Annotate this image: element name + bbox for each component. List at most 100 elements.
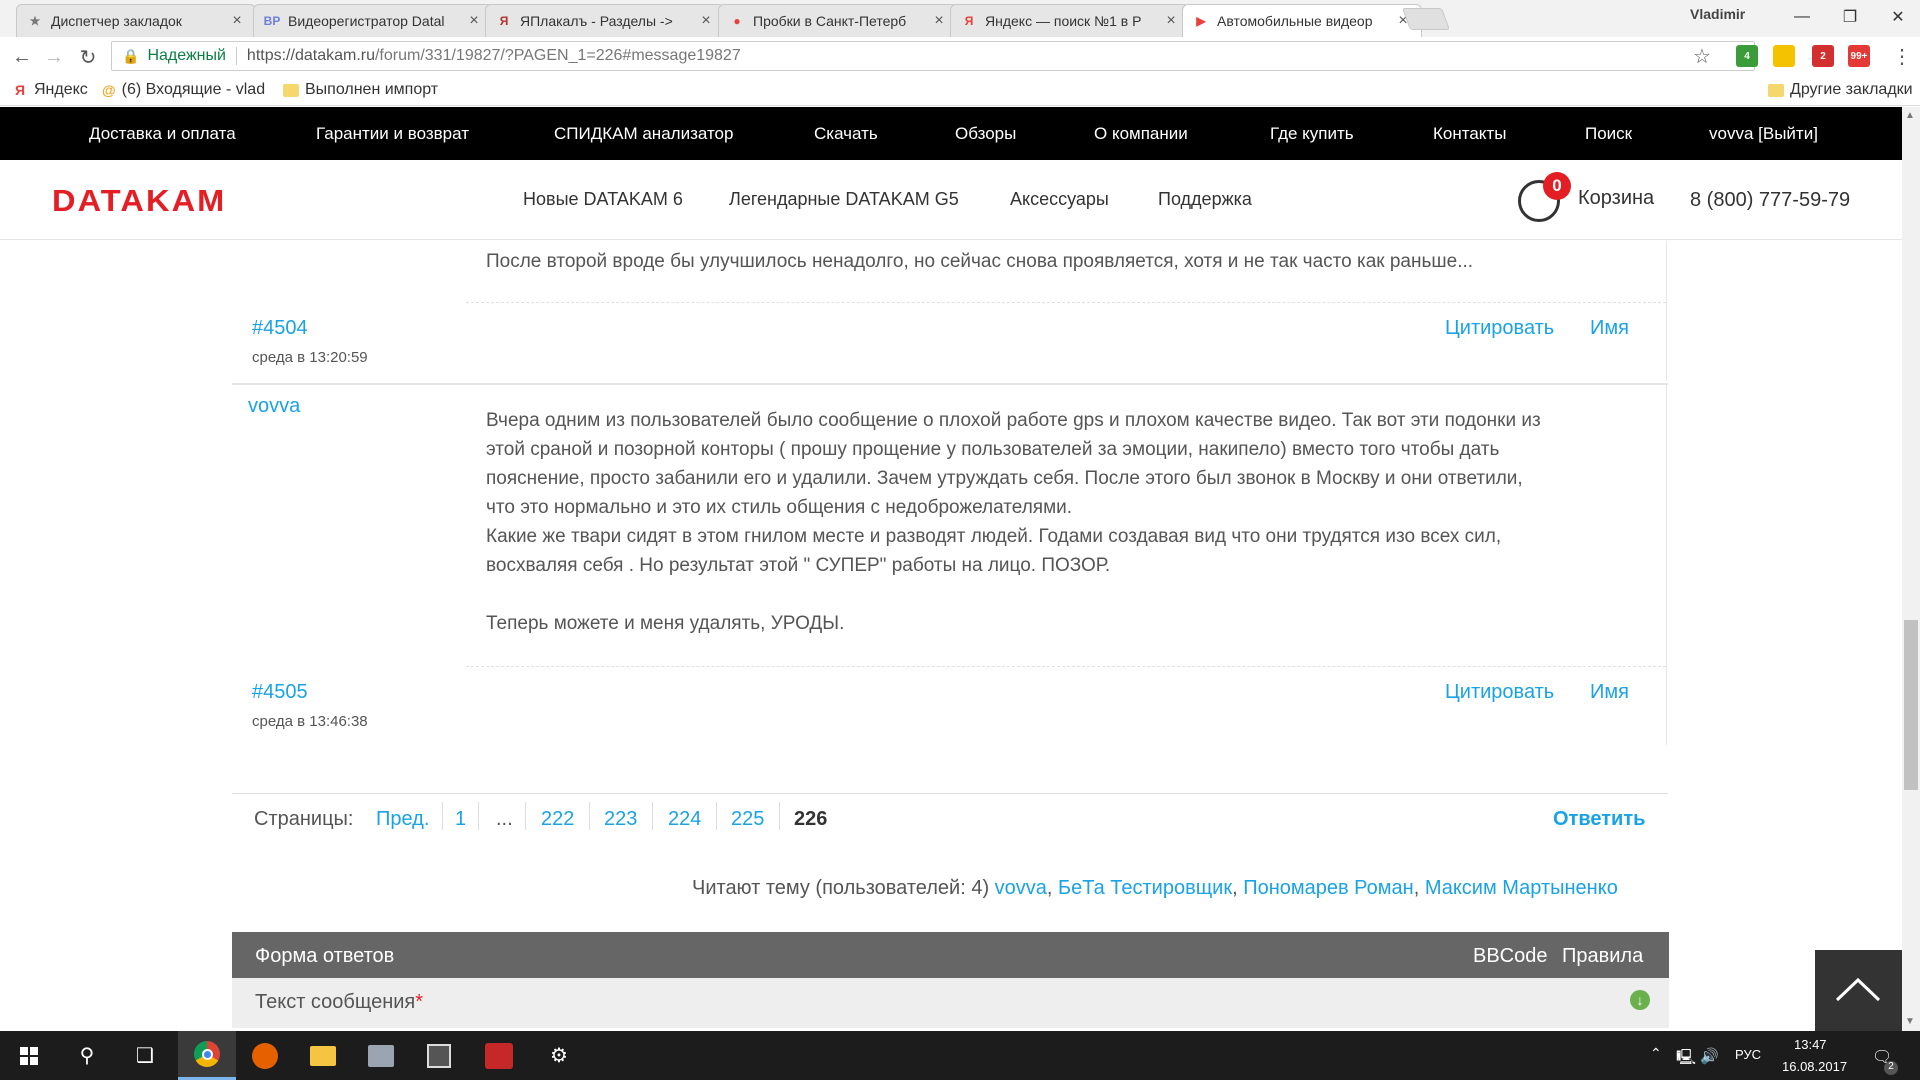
bookmark-yandex[interactable]: Я Яндекс (12, 81, 88, 99)
browser-tab[interactable]: BP Видеорегистратор Datal × (253, 4, 493, 37)
app-icon[interactable] (352, 1031, 410, 1080)
pager-page-224[interactable]: 224 (668, 808, 701, 831)
post-number-link[interactable]: #4504 (252, 317, 308, 340)
volume-icon[interactable]: 🔊 (1700, 1047, 1719, 1065)
new-tab-button[interactable] (1401, 8, 1451, 30)
scroll-up-icon[interactable]: ▲ (1905, 110, 1915, 121)
close-tab-icon[interactable]: × (466, 12, 482, 30)
ext-bookmark-icon[interactable] (1773, 45, 1795, 67)
forward-icon[interactable]: → (40, 44, 68, 70)
cart-link[interactable]: Корзина (1578, 187, 1654, 210)
name-button[interactable]: Имя (1590, 317, 1629, 340)
browser-tab[interactable]: ● Пробки в Санкт-Петерб × (718, 4, 958, 37)
quote-button[interactable]: Цитировать (1445, 681, 1554, 704)
post-number-link[interactable]: #4505 (252, 681, 308, 704)
close-tab-icon[interactable]: × (698, 12, 714, 30)
restore-icon[interactable]: ❐ (1826, 0, 1874, 33)
chrome-icon[interactable] (178, 1031, 236, 1080)
product-nav-link[interactable]: Аксессуары (1010, 189, 1109, 210)
app-icon[interactable] (410, 1031, 468, 1080)
quote-button[interactable]: Цитировать (1445, 317, 1554, 340)
post-line: Вчера одним из пользователей было сообще… (486, 410, 1541, 431)
download-icon[interactable]: ↓ (1630, 990, 1650, 1010)
address-bar[interactable]: 🔒 Надежный https://datakam.ru/forum/331/… (111, 41, 1755, 71)
product-nav-link[interactable]: Новые DATAKAM 6 (523, 189, 683, 210)
pager-separator (525, 802, 526, 830)
clock-time[interactable]: 13:47 (1794, 1037, 1827, 1052)
page-scrollbar[interactable] (1902, 107, 1920, 1031)
ext-shield-icon[interactable]: 4 (1736, 45, 1758, 67)
top-nav-link[interactable]: Доставка и оплата (89, 124, 236, 144)
close-tab-icon[interactable]: × (229, 12, 245, 30)
close-window-icon[interactable]: ✕ (1874, 0, 1920, 33)
rules-link[interactable]: Правила (1562, 945, 1643, 968)
divider (1666, 385, 1667, 745)
pager-page-222[interactable]: 222 (541, 808, 574, 831)
top-nav-link[interactable]: Контакты (1433, 124, 1506, 144)
name-button[interactable]: Имя (1590, 681, 1629, 704)
show-hidden-icons[interactable]: ⌃ (1650, 1045, 1662, 1062)
scroll-to-top-button[interactable] (1815, 950, 1902, 1031)
menu-icon[interactable]: ⋮ (1892, 44, 1912, 69)
reload-icon[interactable]: ↻ (74, 44, 102, 70)
pager-prev[interactable]: Пред. (376, 808, 429, 831)
top-nav-link[interactable]: Где купить (1270, 124, 1354, 144)
chevron-up-icon (1835, 977, 1881, 1002)
start-icon[interactable] (0, 1031, 58, 1080)
firefox-icon[interactable] (236, 1031, 294, 1080)
back-icon[interactable]: ← (8, 44, 36, 70)
browser-tab[interactable]: Я Яндекс — поиск №1 в Р × (950, 4, 1190, 37)
bookmark-mail[interactable]: @ (6) Входящие - vladi (102, 81, 266, 99)
top-nav-link[interactable]: vovva [Выйти] (1709, 124, 1818, 144)
reader-link[interactable]: vovva (995, 877, 1047, 899)
browser-tab[interactable]: ★ Диспетчер закладок × (16, 4, 256, 37)
product-nav-link[interactable]: Легендарные DATAKAM G5 (729, 189, 959, 210)
profile-name[interactable]: Vladimir (1690, 6, 1745, 22)
pager-label: Страницы: (254, 808, 354, 830)
app-icon[interactable] (470, 1031, 528, 1080)
ext-mail-icon[interactable]: 99+ (1848, 45, 1870, 67)
reader-link[interactable]: Пономарев Роман (1243, 877, 1413, 899)
bookmark-import[interactable]: Выполнен импорт (283, 81, 438, 99)
task-view-icon[interactable]: ❑ (116, 1031, 174, 1080)
bookmark-star-icon[interactable]: ☆ (1693, 44, 1711, 69)
browser-tab[interactable]: Я ЯПлакалъ - Разделы -> × (485, 4, 725, 37)
top-nav-link[interactable]: Гарантии и возврат (316, 124, 469, 144)
close-tab-icon[interactable]: × (1163, 12, 1179, 30)
top-nav-link[interactable]: СПИДКАМ анализатор (554, 124, 733, 144)
reader-link[interactable]: БеТа Тестировщик (1058, 877, 1232, 899)
reply-link[interactable]: Ответить (1553, 808, 1645, 831)
pager-page-223[interactable]: 223 (604, 808, 637, 831)
tab-title: ЯПлакалъ - Разделы -> (520, 13, 673, 29)
browser-tab[interactable]: ▶ Автомобильные видеор × (1182, 4, 1422, 37)
top-nav-link[interactable]: О компании (1094, 124, 1188, 144)
scroll-down-icon[interactable]: ▼ (1905, 1016, 1915, 1027)
top-nav-link[interactable]: Обзоры (955, 124, 1016, 144)
pager-page-225[interactable]: 225 (731, 808, 764, 831)
bookmark-label: (6) Входящие - vladi (121, 81, 266, 98)
url-text[interactable]: https://datakam.ru/forum/331/19827/?PAGE… (247, 47, 741, 65)
product-nav-link[interactable]: Поддержка (1158, 189, 1252, 210)
settings-gear-icon[interactable]: ⚙ (530, 1031, 588, 1080)
adblock-icon[interactable]: 2 (1812, 45, 1834, 67)
top-nav-link[interactable]: Скачать (814, 124, 878, 144)
reader-link[interactable]: Максим Мартыненко (1425, 877, 1618, 899)
scrollbar-thumb[interactable] (1904, 620, 1918, 790)
cart-count-badge: 0 (1543, 172, 1571, 200)
clock-date[interactable]: 16.08.2017 (1782, 1059, 1847, 1074)
network-icon[interactable]: 🖳 (1676, 1047, 1696, 1072)
other-bookmarks[interactable]: Другие закладки (1768, 81, 1913, 99)
bbcode-link[interactable]: BBCode (1473, 945, 1548, 968)
datakam-logo[interactable]: DATAKAM (52, 183, 226, 219)
language-indicator[interactable]: РУС (1735, 1047, 1761, 1062)
close-tab-icon[interactable]: × (931, 12, 947, 30)
phone-number[interactable]: 8 (800) 777-59-79 (1690, 189, 1850, 212)
search-icon[interactable]: ⚲ (58, 1031, 116, 1080)
pager-page-1[interactable]: 1 (455, 808, 466, 831)
top-nav-link[interactable]: Поиск (1585, 124, 1632, 144)
post-author[interactable]: vovva (248, 395, 300, 418)
minimize-icon[interactable]: — (1778, 0, 1826, 33)
pager-separator (652, 802, 653, 830)
pager-current-page: 226 (794, 808, 828, 830)
file-explorer-icon[interactable] (294, 1031, 352, 1080)
